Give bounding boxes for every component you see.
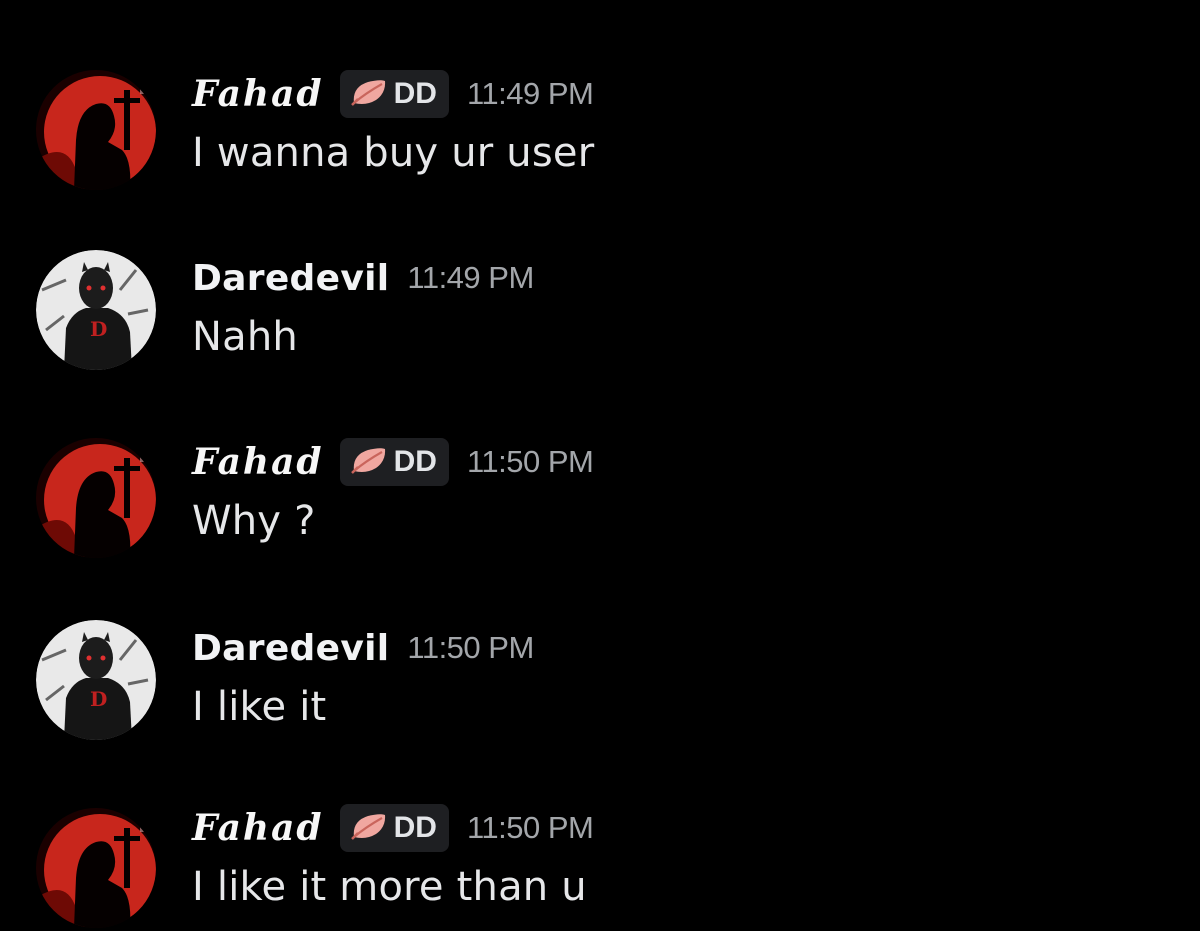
username[interactable]: Fahad (192, 441, 324, 483)
message-header: Fahad DD 11:49 PM (192, 66, 594, 122)
tag-label: DD (393, 77, 437, 110)
daredevil-avatar-icon: D (36, 620, 156, 740)
message-header: Daredevil 11:49 PM (192, 250, 534, 306)
leaf-icon (350, 811, 388, 845)
username[interactable]: Fahad (192, 807, 324, 849)
message-header: Daredevil 11:50 PM (192, 620, 534, 676)
message-header: Fahad DD 11:50 PM (192, 434, 594, 490)
message-item[interactable]: D Daredevil 11:50 PM I like it (0, 620, 1200, 750)
avatar[interactable] (36, 70, 156, 190)
username[interactable]: Daredevil (192, 628, 389, 669)
svg-text:D: D (90, 687, 107, 711)
timestamp: 11:50 PM (466, 810, 594, 845)
username[interactable]: Fahad (192, 73, 324, 115)
message-item[interactable]: D Daredevil 11:49 PM Nahh (0, 250, 1200, 380)
tag-label: DD (393, 445, 437, 478)
message-item[interactable]: Fahad DD 11:49 PM I wanna buy ur user (0, 66, 1200, 196)
timestamp: 11:50 PM (407, 630, 534, 665)
username[interactable]: Daredevil (192, 258, 389, 299)
message-item[interactable]: Fahad DD 11:50 PM Why ? (0, 434, 1200, 564)
red-silhouette-avatar-icon (36, 808, 156, 928)
red-silhouette-avatar-icon (36, 438, 156, 558)
red-silhouette-avatar-icon (36, 70, 156, 190)
server-tag-badge[interactable]: DD (339, 804, 449, 852)
avatar[interactable]: D (36, 250, 156, 370)
timestamp: 11:49 PM (466, 76, 594, 111)
avatar[interactable] (36, 438, 156, 558)
server-tag-badge[interactable]: DD (339, 70, 449, 118)
message-text: Why ? (192, 498, 316, 544)
message-item[interactable]: Fahad DD 11:50 PM I like it more than u (0, 800, 1200, 930)
chat-message-list: Fahad DD 11:49 PM I wanna buy ur user D … (0, 0, 1200, 931)
timestamp: 11:50 PM (466, 444, 594, 479)
tag-label: DD (393, 811, 437, 844)
daredevil-avatar-icon: D (36, 250, 156, 370)
leaf-icon (350, 445, 388, 479)
message-text: I wanna buy ur user (192, 130, 595, 176)
timestamp: 11:49 PM (407, 260, 534, 295)
avatar[interactable]: D (36, 620, 156, 740)
svg-text:D: D (90, 317, 107, 341)
message-text: I like it more than u (192, 864, 587, 910)
message-header: Fahad DD 11:50 PM (192, 800, 594, 856)
message-text: Nahh (192, 314, 298, 360)
avatar[interactable] (36, 808, 156, 928)
leaf-icon (350, 77, 388, 111)
message-text: I like it (192, 684, 327, 730)
server-tag-badge[interactable]: DD (339, 438, 449, 486)
